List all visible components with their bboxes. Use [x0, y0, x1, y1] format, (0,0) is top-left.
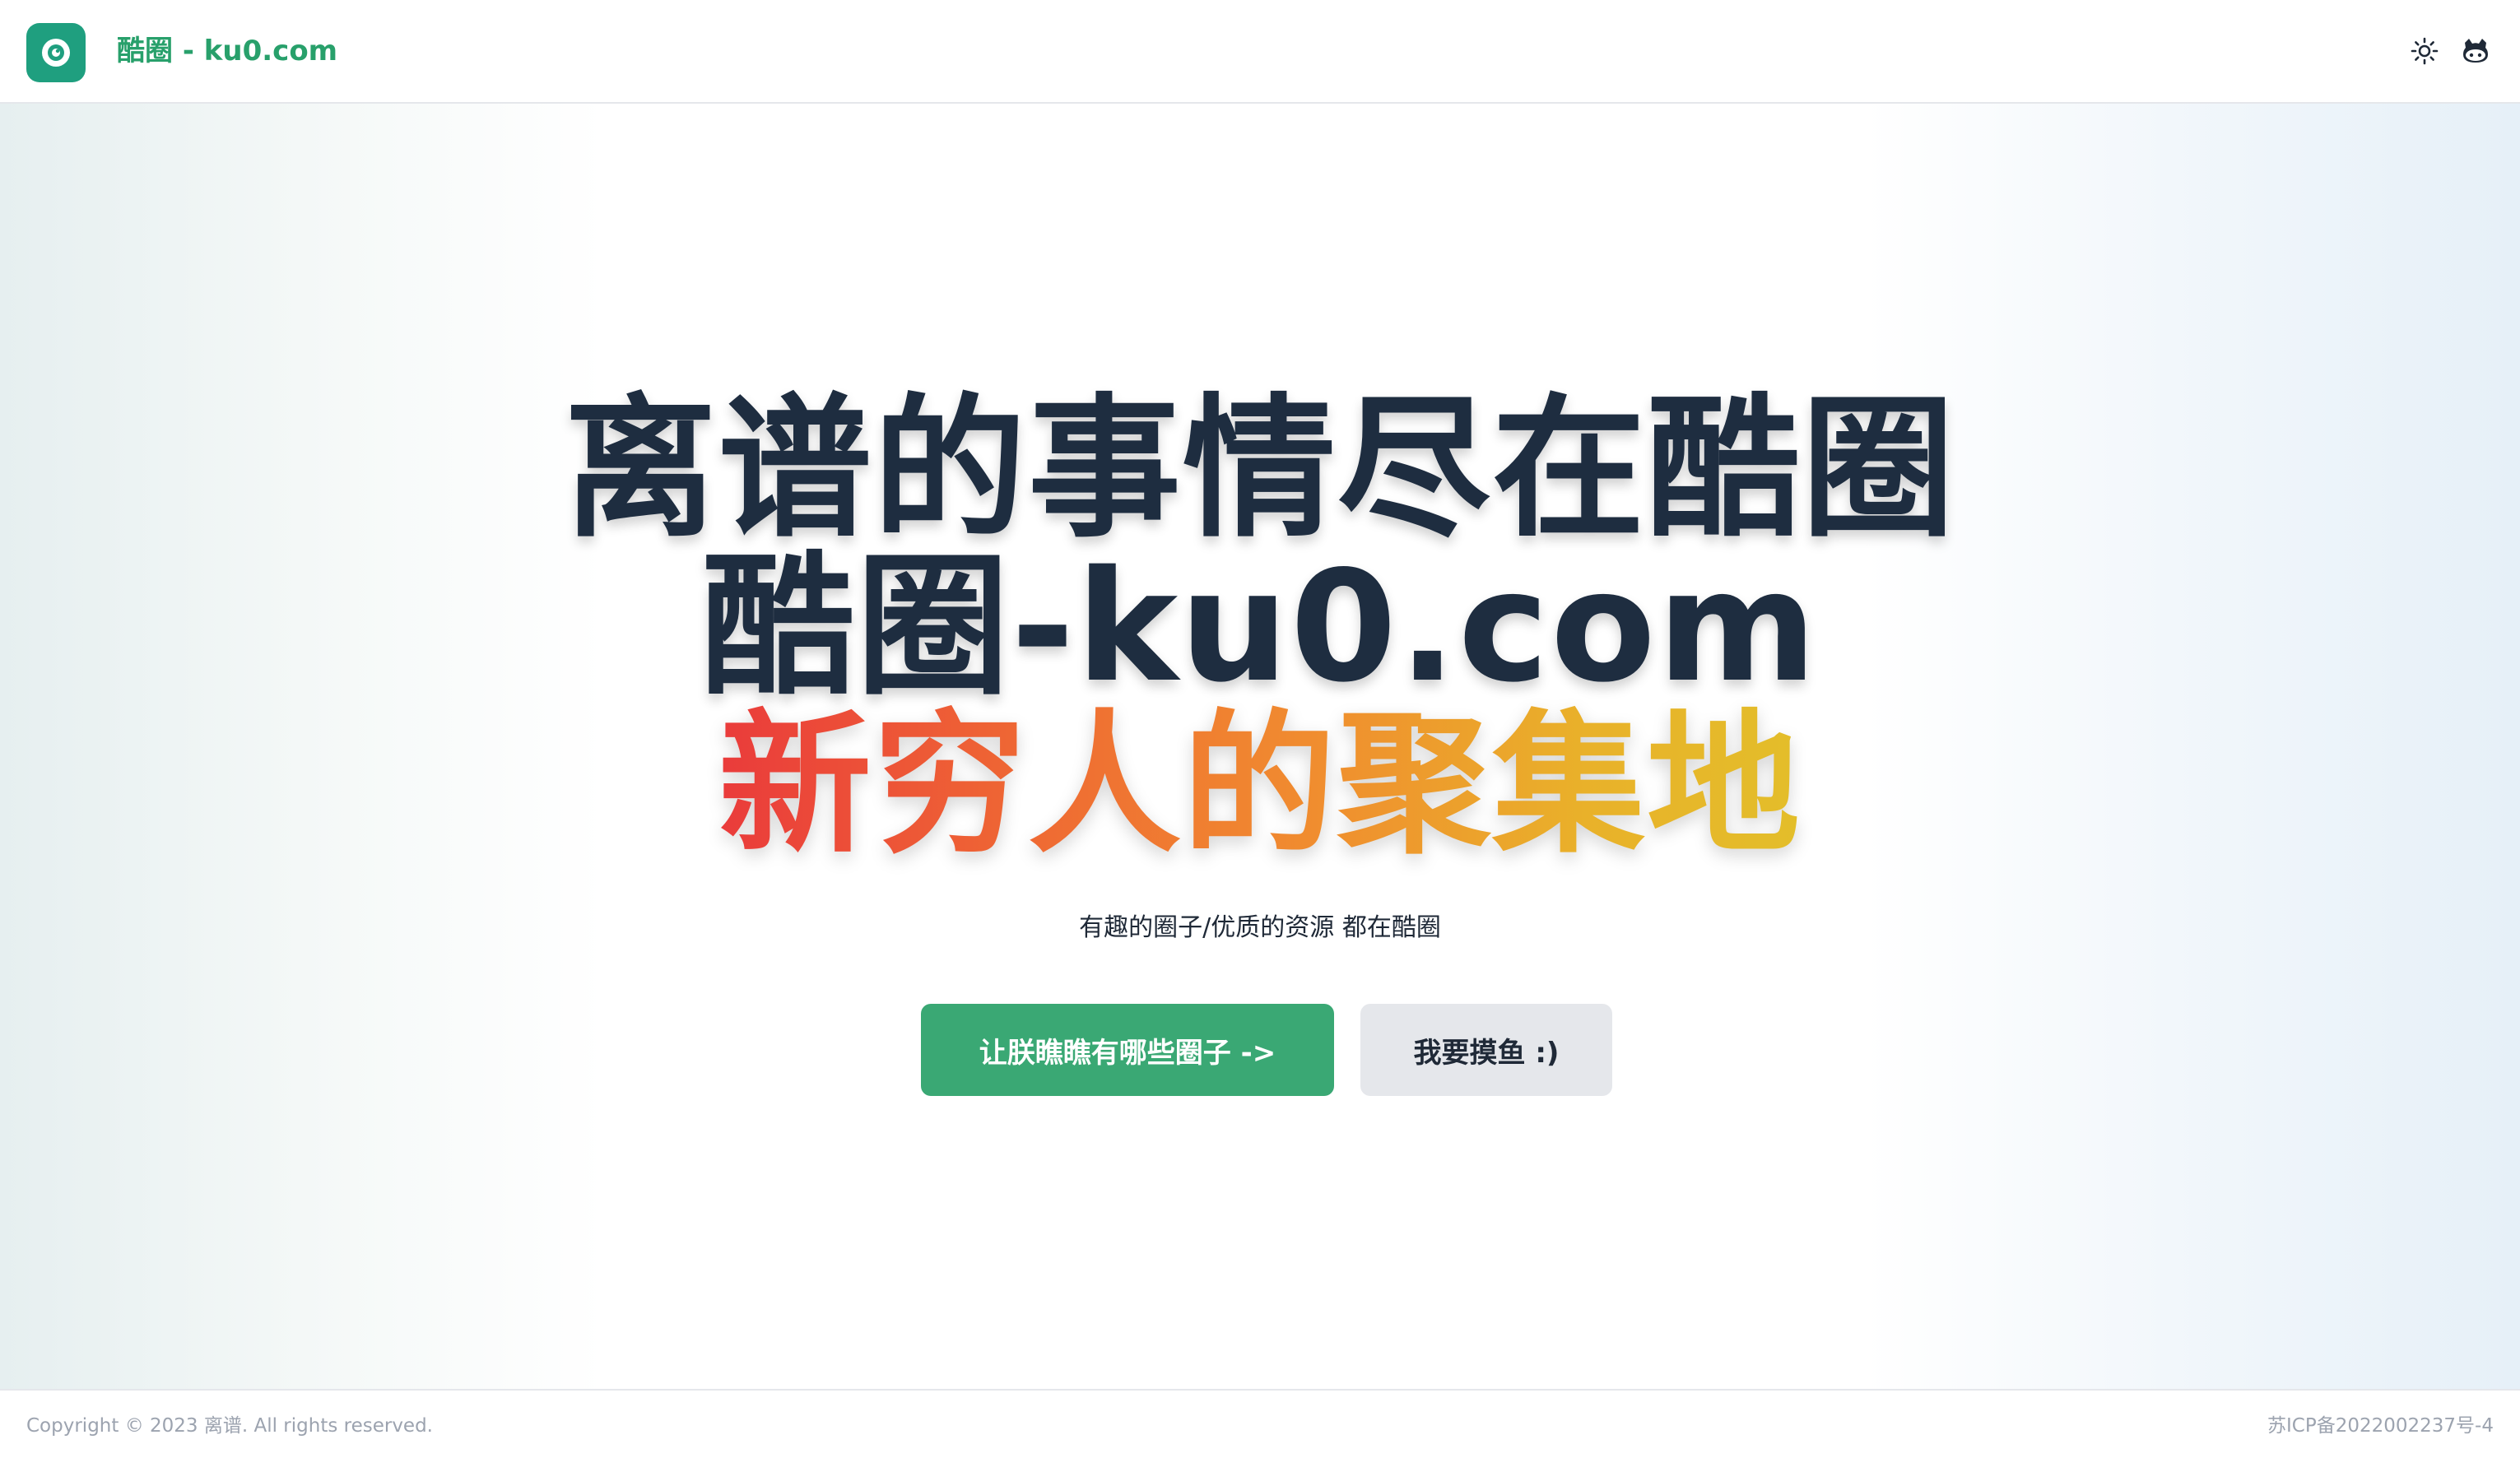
browse-circles-button[interactable]: 让朕瞧瞧有哪些圈子 ->: [921, 1004, 1334, 1096]
hero-headline-line-1: 离谱的事情尽在酷圈: [563, 379, 1956, 558]
hero-headline-line-3: 新穷人的聚集地: [0, 706, 2520, 864]
copyright-text: Copyright © 2023 离谱. All rights reserved…: [26, 1415, 433, 1437]
top-navbar: 酷圈 - ku0.com: [0, 0, 2520, 104]
github-link-button[interactable]: [2457, 33, 2494, 69]
gradient-headline-text: 新穷人的聚集地: [718, 695, 1802, 874]
github-icon: [2463, 39, 2488, 63]
brand-title[interactable]: 酷圈 - ku0.com: [117, 30, 337, 72]
hero-section: 离谱的事情尽在酷圈 酷圈-ku0.com 新穷人的聚集地 有趣的圈子/优质的资源…: [0, 104, 2520, 1389]
hero-headline-line-2: 酷圈-ku0.com: [701, 537, 1819, 716]
eye-circle-icon: [42, 39, 70, 67]
sun-icon: [2411, 37, 2439, 65]
logo[interactable]: [26, 23, 86, 82]
icp-license-link[interactable]: 苏ICP备2022002237号-4: [2267, 1412, 2494, 1440]
slack-off-button[interactable]: 我要摸鱼 :): [1360, 1004, 1612, 1096]
theme-toggle-button[interactable]: [2406, 33, 2443, 69]
hero-subtitle: 有趣的圈子/优质的资源 都在酷圈: [1079, 913, 1441, 942]
footer: Copyright © 2023 离谱. All rights reserved…: [0, 1389, 2520, 1458]
